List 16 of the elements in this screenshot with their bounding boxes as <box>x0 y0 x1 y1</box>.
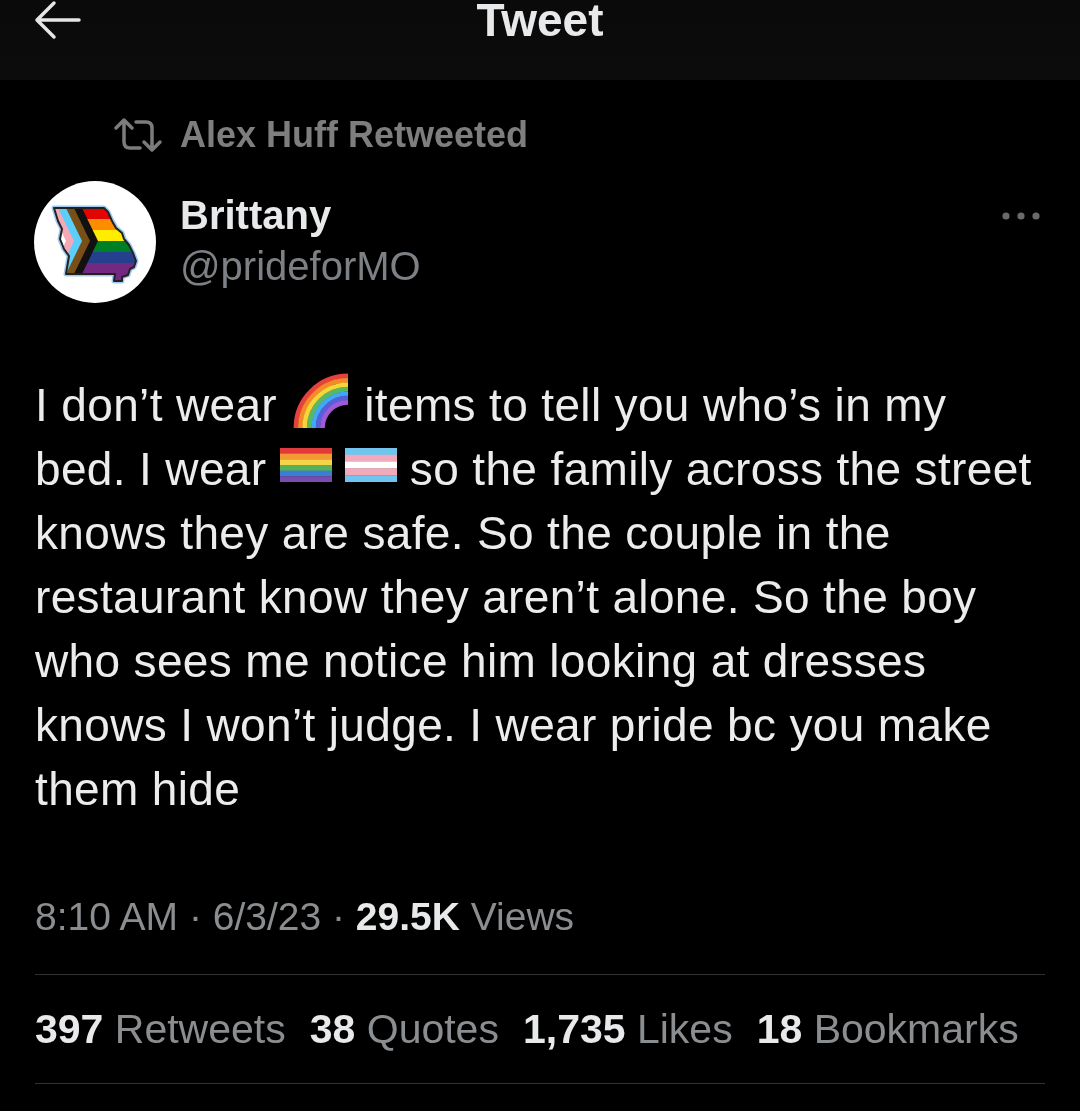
tweet-text: I don’t wear items to tell you who’s in my bed. I wear so the family across the street knows they are safe. So the couple in the restaurant know they aren’t alone. So the boy who sees me notice him looking at dresses knows I won’t judge. I wear pride bc you make them hide <box>35 373 1043 821</box>
retweet-icon <box>113 117 163 153</box>
stat-link[interactable]: 397 Retweets <box>35 1004 286 1054</box>
more-icon[interactable] <box>1001 211 1041 221</box>
stat-link[interactable]: 18 Bookmarks <box>756 1004 1019 1054</box>
back-arrow-icon[interactable] <box>33 0 81 40</box>
transgender-flag-icon <box>344 448 397 482</box>
tweet-meta-text: 8:10 AM · 6/3/23 · 29.5K Views <box>35 894 576 940</box>
stat-link[interactable]: 38 Quotes <box>309 1004 499 1054</box>
page-title: Tweet <box>476 0 604 40</box>
author-name[interactable]: Brittany <box>180 191 332 239</box>
rainbow-flag-icon <box>279 448 332 482</box>
flag-avatar-icon[interactable] <box>34 181 156 303</box>
retweeted-by-text: Alex Huff Retweeted <box>180 115 529 155</box>
author-handle[interactable]: @prideforMO <box>180 241 421 291</box>
stat-link[interactable]: 1,735 Likes <box>522 1004 733 1054</box>
